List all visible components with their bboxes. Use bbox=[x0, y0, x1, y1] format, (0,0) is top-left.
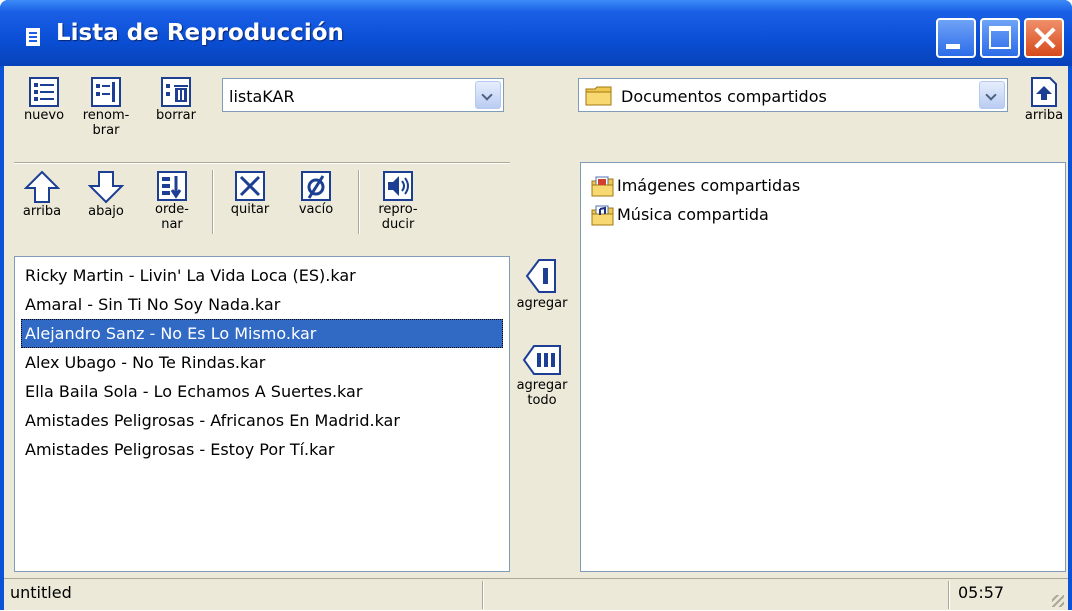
add-button[interactable]: agregar bbox=[510, 256, 574, 311]
move-up-button[interactable]: arriba bbox=[18, 170, 66, 219]
add-label: agregar bbox=[516, 296, 568, 311]
maximize-button[interactable] bbox=[980, 18, 1020, 58]
new-list-icon bbox=[29, 77, 59, 107]
empty-label: vacío bbox=[298, 202, 334, 217]
playlist-item[interactable]: Ella Baila Sola - Lo Echamos A Suertes.k… bbox=[15, 377, 509, 406]
arrow-down-icon bbox=[88, 171, 124, 204]
toolbar-separator bbox=[358, 170, 360, 234]
status-separator bbox=[948, 581, 950, 609]
folder-icon bbox=[585, 86, 612, 106]
rename-label: renom- brar bbox=[82, 108, 130, 138]
new-playlist-button[interactable]: nuevo bbox=[22, 76, 66, 123]
playlist-item[interactable]: Amistades Peligrosas - Africanos En Madr… bbox=[15, 406, 509, 435]
remove-x-icon bbox=[235, 171, 265, 201]
status-time: 05:57 bbox=[958, 583, 1005, 602]
play-button[interactable]: repro- ducir bbox=[370, 170, 426, 232]
rename-list-icon bbox=[91, 77, 121, 107]
toolbar-separator bbox=[14, 162, 510, 164]
status-bar: untitled 05:57 bbox=[4, 578, 1068, 611]
playlist-select[interactable]: listaKAR bbox=[222, 78, 504, 112]
minimize-button[interactable] bbox=[936, 18, 976, 58]
playlist-listbox[interactable]: Ricky Martin - Livin' La Vida Loca (ES).… bbox=[14, 256, 510, 572]
playlist-item[interactable]: Amistades Peligrosas - Estoy Por Tí.kar bbox=[15, 435, 509, 464]
empty-set-icon bbox=[301, 171, 331, 201]
shared-pictures-folder-icon bbox=[591, 176, 614, 196]
playlist-item[interactable]: Alejandro Sanz - No Es Lo Mismo.kar bbox=[21, 319, 503, 348]
add-arrow-icon bbox=[525, 259, 556, 293]
add-all-button[interactable]: agregar todo bbox=[510, 342, 574, 408]
empty-button[interactable]: vacío bbox=[292, 170, 340, 217]
delete-playlist-button[interactable]: borrar bbox=[152, 76, 200, 123]
delete-label: borrar bbox=[156, 108, 196, 123]
shared-music-folder-icon bbox=[591, 205, 614, 225]
folder-up-icon bbox=[1031, 77, 1057, 107]
folder-up-label: arriba bbox=[1024, 108, 1064, 123]
remove-button[interactable]: quitar bbox=[226, 170, 274, 217]
move-up-label: arriba bbox=[22, 204, 62, 219]
close-button[interactable] bbox=[1024, 18, 1064, 58]
status-separator bbox=[482, 581, 484, 609]
window-title: Lista de Reproducción bbox=[56, 20, 344, 46]
new-label: nuevo bbox=[23, 108, 65, 123]
move-down-label: abajo bbox=[88, 204, 124, 219]
folder-select[interactable]: Documentos compartidos bbox=[578, 78, 1008, 112]
file-item-label: Imágenes compartidas bbox=[617, 176, 801, 195]
chevron-down-icon[interactable] bbox=[475, 81, 501, 109]
playlist-item[interactable]: Ricky Martin - Livin' La Vida Loca (ES).… bbox=[15, 261, 509, 290]
rename-playlist-button[interactable]: renom- brar bbox=[78, 76, 134, 138]
playlist-select-value: listaKAR bbox=[229, 87, 295, 106]
title-bar[interactable]: Lista de Reproducción bbox=[0, 0, 1072, 66]
playlist-item[interactable]: Alex Ubago - No Te Rindas.kar bbox=[15, 348, 509, 377]
arrow-up-icon bbox=[24, 170, 60, 203]
chevron-down-icon[interactable] bbox=[979, 81, 1005, 109]
move-down-button[interactable]: abajo bbox=[82, 170, 130, 219]
status-file-name: untitled bbox=[10, 583, 72, 602]
delete-list-icon bbox=[161, 77, 191, 107]
toolbar-separator bbox=[212, 170, 214, 234]
file-browser-list[interactable]: Imágenes compartidas Música compartida bbox=[580, 162, 1066, 572]
resize-grip[interactable] bbox=[1052, 595, 1064, 607]
play-label: repro- ducir bbox=[378, 202, 418, 232]
folder-up-button[interactable]: arriba bbox=[1022, 76, 1066, 123]
client-area: nuevo renom- brar borrar listaKAR Docume… bbox=[4, 66, 1068, 610]
app-window: Lista de Reproducción nuevo renom- brar bbox=[0, 0, 1072, 610]
add-all-label: agregar todo bbox=[516, 378, 568, 408]
folder-select-value: Documentos compartidos bbox=[621, 87, 827, 106]
sort-button[interactable]: orde- nar bbox=[148, 170, 196, 232]
playlist-app-icon[interactable] bbox=[26, 28, 40, 46]
play-sound-icon bbox=[383, 171, 413, 201]
remove-label: quitar bbox=[230, 202, 270, 217]
sort-label: orde- nar bbox=[154, 202, 189, 232]
sort-list-icon bbox=[157, 171, 187, 201]
file-item[interactable]: Imágenes compartidas bbox=[581, 171, 1065, 200]
file-item-label: Música compartida bbox=[617, 205, 769, 224]
file-item[interactable]: Música compartida bbox=[581, 200, 1065, 229]
playlist-item[interactable]: Amaral - Sin Ti No Soy Nada.kar bbox=[15, 290, 509, 319]
add-all-arrow-icon bbox=[522, 345, 561, 375]
